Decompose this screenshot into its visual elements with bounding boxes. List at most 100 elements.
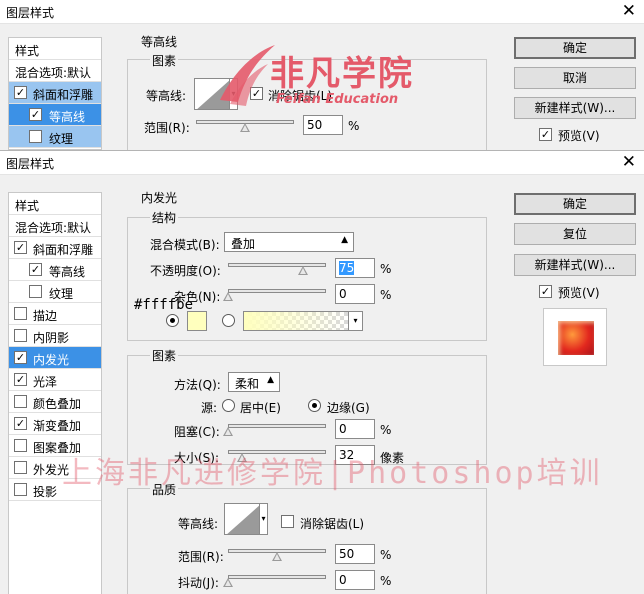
style-item-inner-glow[interactable]: ✓ 内发光 <box>9 347 101 369</box>
back-bevel-checkbox[interactable]: ✓ <box>14 86 27 99</box>
style-item-stroke[interactable]: 描边 <box>9 303 101 325</box>
glow-gradient-dropdown[interactable]: ▾ <box>349 311 363 331</box>
back-contour-item[interactable]: ✓ 等高线 <box>9 104 101 126</box>
inner-glow-section-title: 内发光 <box>141 191 178 205</box>
back-range-unit: % <box>348 119 360 133</box>
quality-contour-preview[interactable] <box>224 503 260 535</box>
back-preview-checkbox[interactable]: ✓ <box>539 128 552 141</box>
noise-slider-thumb[interactable] <box>223 292 233 301</box>
jitter-label: 抖动(J): <box>178 576 219 590</box>
drop-shadow-checkbox[interactable] <box>14 483 27 496</box>
noise-input[interactable]: 0 <box>335 284 375 304</box>
back-texture-checkbox[interactable] <box>29 130 42 143</box>
choke-label: 阻塞(C): <box>174 425 220 439</box>
glow-gradient-radio[interactable] <box>222 314 235 327</box>
back-section-title: 等高线 <box>141 35 178 49</box>
quality-range-slider-thumb[interactable] <box>272 552 282 561</box>
reset-button[interactable]: 复位 <box>514 223 636 245</box>
back-new-style-button[interactable]: 新建样式(W)... <box>514 97 636 119</box>
style-item-gradient-overlay[interactable]: ✓ 渐变叠加 <box>9 413 101 435</box>
style-item-pattern-overlay[interactable]: 图案叠加 <box>9 435 101 457</box>
style-item-color-overlay[interactable]: 颜色叠加 <box>9 391 101 413</box>
style-item-texture[interactable]: 纹理 <box>9 281 101 303</box>
back-contour-label: 等高线: <box>146 89 187 103</box>
quality-range-unit: % <box>380 548 392 562</box>
source-edge-label: 边缘(G) <box>327 401 370 415</box>
style-item-bevel-emboss[interactable]: ✓ 斜面和浮雕 <box>9 237 101 259</box>
back-cancel-button[interactable]: 取消 <box>514 67 636 89</box>
size-label: 大小(S): <box>174 451 220 465</box>
inner-shadow-checkbox[interactable] <box>14 329 27 342</box>
jitter-slider-thumb[interactable] <box>223 578 233 587</box>
blend-mode-select[interactable]: 叠加 ▲ <box>224 232 354 252</box>
style-item-outer-glow[interactable]: 外发光 <box>9 457 101 479</box>
style-item-satin[interactable]: ✓ 光泽 <box>9 369 101 391</box>
choke-slider-thumb[interactable] <box>223 427 233 436</box>
jitter-input[interactable]: 0 <box>335 570 375 590</box>
bevel-emboss-checkbox[interactable]: ✓ <box>14 241 27 254</box>
glow-color-swatch[interactable] <box>187 311 207 331</box>
back-group-title: 图素 <box>150 52 179 69</box>
back-bevel-emboss-item[interactable]: ✓ 斜面和浮雕 <box>9 82 101 104</box>
front-close-icon[interactable]: ✕ <box>622 152 636 172</box>
inner-glow-checkbox[interactable]: ✓ <box>14 351 27 364</box>
source-edge-radio[interactable] <box>308 399 321 412</box>
glow-gradient-swatch[interactable] <box>243 311 349 331</box>
choke-slider[interactable] <box>228 424 326 428</box>
styles-header[interactable]: 样式 <box>9 193 101 215</box>
front-titlebar: 图层样式 ✕ <box>0 151 644 175</box>
back-blending-options[interactable]: 混合选项:默认 <box>9 60 101 82</box>
back-styles-header[interactable]: 样式 <box>9 38 101 60</box>
back-titlebar: 图层样式 ✕ <box>0 0 644 24</box>
size-input[interactable]: 32 <box>335 445 375 465</box>
opacity-slider[interactable] <box>228 263 326 267</box>
elements-group-title: 图素 <box>150 347 179 364</box>
color-overlay-checkbox[interactable] <box>14 395 27 408</box>
noise-unit: % <box>380 288 392 302</box>
style-item-contour[interactable]: ✓ 等高线 <box>9 259 101 281</box>
size-slider-thumb[interactable] <box>237 453 247 462</box>
noise-slider[interactable] <box>228 289 326 293</box>
glow-solid-color-radio[interactable] <box>166 314 179 327</box>
glow-color-hex: #ffffbe <box>134 297 194 313</box>
back-close-icon[interactable]: ✕ <box>622 1 636 21</box>
opacity-input[interactable]: 75 <box>335 258 375 278</box>
pattern-overlay-checkbox[interactable] <box>14 439 27 452</box>
style-item-inner-shadow[interactable]: 内阴影 <box>9 325 101 347</box>
satin-checkbox[interactable]: ✓ <box>14 373 27 386</box>
back-range-thumb[interactable] <box>240 123 250 132</box>
quality-antialias-checkbox[interactable] <box>281 515 294 528</box>
jitter-unit: % <box>380 574 392 588</box>
preview-checkbox[interactable]: ✓ <box>539 285 552 298</box>
method-select[interactable]: 柔和 ▲ <box>228 372 280 392</box>
back-dialog: 图层样式 ✕ 样式 混合选项:默认 ✓ 斜面和浮雕 ✓ 等高线 纹理 等高线 图… <box>0 0 644 150</box>
jitter-slider[interactable] <box>228 575 326 579</box>
outer-glow-checkbox[interactable] <box>14 461 27 474</box>
choke-input[interactable]: 0 <box>335 419 375 439</box>
feifan-logo: 非凡学院 Feifan Education <box>210 40 440 115</box>
back-texture-item[interactable]: 纹理 <box>9 126 101 148</box>
quality-group-title: 品质 <box>150 481 179 498</box>
opacity-slider-thumb[interactable] <box>298 266 308 275</box>
blending-options-item[interactable]: 混合选项:默认 <box>9 215 101 237</box>
texture-checkbox[interactable] <box>29 285 42 298</box>
quality-contour-dropdown[interactable]: ▾ <box>260 503 268 535</box>
ok-button[interactable]: 确定 <box>514 193 636 215</box>
source-center-radio[interactable] <box>222 399 235 412</box>
back-contour-checkbox[interactable]: ✓ <box>29 108 42 121</box>
gradient-overlay-checkbox[interactable]: ✓ <box>14 417 27 430</box>
feifan-logo-english: Feifan Education <box>276 92 399 107</box>
style-preview-swatch <box>558 321 594 355</box>
quality-range-label: 范围(R): <box>178 550 224 564</box>
contour-checkbox[interactable]: ✓ <box>29 263 42 276</box>
preview-label: 预览(V) <box>558 286 600 300</box>
quality-antialias-label: 消除锯齿(L) <box>300 517 365 531</box>
back-range-input[interactable]: 50 <box>303 115 343 135</box>
style-item-drop-shadow[interactable]: 投影 <box>9 479 101 501</box>
back-style-list: 样式 混合选项:默认 ✓ 斜面和浮雕 ✓ 等高线 纹理 <box>8 37 102 150</box>
quality-range-input[interactable]: 50 <box>335 544 375 564</box>
back-ok-button[interactable]: 确定 <box>514 37 636 59</box>
stroke-checkbox[interactable] <box>14 307 27 320</box>
back-range-label: 范围(R): <box>144 121 190 135</box>
new-style-button[interactable]: 新建样式(W)... <box>514 254 636 276</box>
